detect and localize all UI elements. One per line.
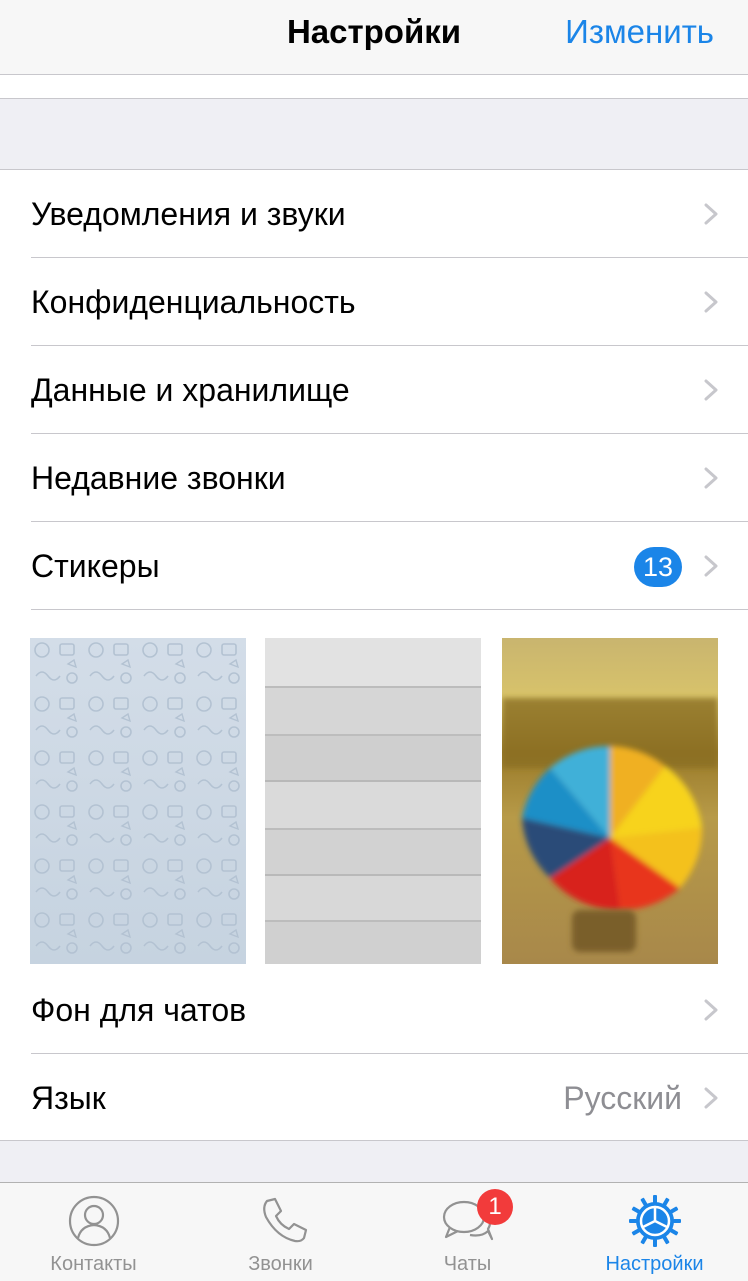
- wallpaper-thumbnail-pattern[interactable]: [30, 638, 246, 964]
- settings-item-label: Фон для чатов: [31, 992, 247, 1028]
- tab-contacts[interactable]: Контакты: [0, 1183, 187, 1281]
- tab-label: Контакты: [50, 1253, 137, 1275]
- settings-item-label: Конфиденциальность: [31, 284, 356, 320]
- chevron-right-icon: [704, 555, 718, 577]
- chevron-right-icon: [704, 1087, 718, 1109]
- top-list-edge: [0, 75, 748, 99]
- phone-icon: [262, 1197, 307, 1243]
- settings-item-label: Данные и хранилище: [31, 372, 350, 408]
- edit-button[interactable]: Изменить: [565, 0, 714, 64]
- settings-item-privacy[interactable]: Конфиденциальность: [0, 258, 748, 346]
- tab-label: Чаты: [443, 1253, 492, 1275]
- settings-item-stickers[interactable]: Стикеры 13: [0, 522, 748, 610]
- wallpaper-previews: [0, 638, 748, 967]
- section-gap: [0, 99, 748, 170]
- settings-item-data-storage[interactable]: Данные и хранилище: [0, 346, 748, 434]
- chevron-right-icon: [704, 379, 718, 401]
- chevron-right-icon: [704, 467, 718, 489]
- settings-list: Уведомления и звуки Конфиденциальность Д…: [0, 170, 748, 1141]
- language-value: Русский: [563, 1080, 682, 1116]
- stickers-count-badge: 13: [634, 547, 682, 587]
- chevron-right-icon: [704, 291, 718, 313]
- settings-item-label: Язык: [31, 1080, 106, 1116]
- chevron-right-icon: [704, 999, 718, 1021]
- wallpaper-thumbnail-umbrella[interactable]: [502, 638, 718, 964]
- tab-chats[interactable]: 1 Чаты: [374, 1183, 561, 1281]
- tab-settings[interactable]: Настройки: [561, 1183, 748, 1281]
- rainbow-umbrella-photo: [502, 638, 718, 964]
- settings-item-label: Стикеры: [31, 548, 160, 584]
- tab-bar: Контакты Звонки 1 Чаты Настройки: [0, 1182, 748, 1281]
- person-icon: [68, 1195, 119, 1247]
- settings-item-recent-calls[interactable]: Недавние звонки: [0, 434, 748, 522]
- chats-unread-badge: 1: [477, 1189, 513, 1225]
- settings-item-chat-background[interactable]: Фон для чатов: [0, 966, 748, 1054]
- settings-item-language[interactable]: Язык Русский: [0, 1054, 748, 1142]
- settings-item-label: Уведомления и звуки: [31, 196, 346, 232]
- tab-calls[interactable]: Звонки: [187, 1183, 374, 1281]
- settings-item-notifications[interactable]: Уведомления и звуки: [0, 170, 748, 258]
- gear-icon: [628, 1195, 681, 1247]
- tab-label: Настройки: [605, 1253, 704, 1275]
- settings-item-label: Недавние звонки: [31, 460, 286, 496]
- doodle-pattern-image: [30, 638, 246, 964]
- wallpaper-thumbnail-wood[interactable]: [265, 638, 481, 964]
- navigation-bar: Настройки Изменить: [0, 0, 748, 75]
- grey-wood-planks-image: [265, 638, 481, 964]
- tab-label: Звонки: [248, 1253, 313, 1275]
- row-separator: [31, 609, 748, 610]
- chevron-right-icon: [704, 203, 718, 225]
